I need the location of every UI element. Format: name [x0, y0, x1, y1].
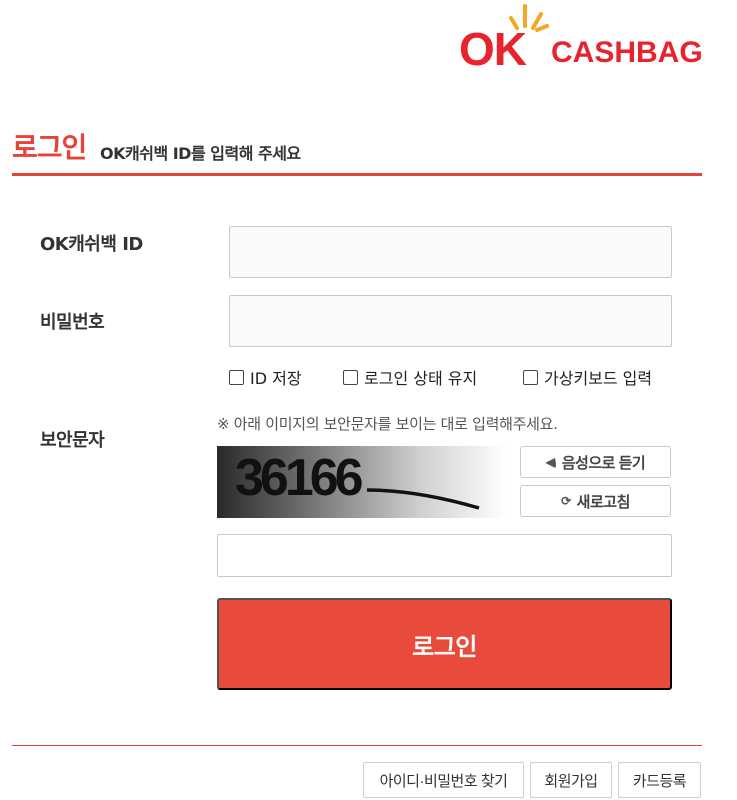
signup-button[interactable]: 회원가입 — [530, 762, 612, 798]
audio-captcha-label: 음성으로 듣기 — [561, 454, 646, 472]
id-label: OK캐쉬백 ID — [40, 234, 143, 255]
checkbox-box[interactable] — [523, 369, 538, 385]
checkbox-label: 가상키보드 입력 — [544, 369, 653, 388]
speaker-icon: ◀ᵢ — [545, 455, 556, 469]
footer-divider — [12, 745, 702, 746]
checkbox-label: ID 저장 — [250, 369, 302, 388]
logo-cashbag: CASHBAG — [551, 36, 703, 69]
captcha-noise-line — [366, 488, 480, 510]
card-register-button[interactable]: 카드등록 — [618, 762, 701, 798]
refresh-captcha-label: 새로고침 — [576, 493, 631, 511]
virtual-keyboard-checkbox[interactable]: 가상키보드 입력 — [523, 365, 652, 389]
captcha-note: ※ 아래 이미지의 보안문자를 보이는 대로 입력해주세요. — [217, 415, 558, 433]
captcha-image: 36166 — [217, 446, 506, 518]
login-options: ID 저장 로그인 상태 유지 가상키보드 입력 — [229, 365, 689, 389]
refresh-captcha-button[interactable]: ⟳ 새로고침 — [520, 485, 671, 517]
login-header: 로그인 OK캐쉬백 ID를 입력해 주세요 — [12, 126, 702, 176]
keep-login-checkbox[interactable]: 로그인 상태 유지 — [343, 365, 477, 389]
find-id-password-button[interactable]: 아이디·비밀번호 찾기 — [363, 762, 524, 798]
captcha-label: 보안문자 — [40, 430, 105, 451]
logo-ok: OK — [459, 23, 527, 75]
refresh-icon: ⟳ — [561, 494, 571, 508]
okcashbag-logo: OK CASHBAG — [457, 4, 727, 75]
save-id-checkbox[interactable]: ID 저장 — [229, 365, 302, 389]
page-title: 로그인 — [12, 131, 87, 164]
id-input[interactable] — [229, 226, 672, 278]
checkbox-box[interactable] — [343, 369, 358, 385]
page-subtitle: OK캐쉬백 ID를 입력해 주세요 — [100, 144, 301, 163]
audio-captcha-button[interactable]: ◀ᵢ 음성으로 듣기 — [520, 446, 671, 478]
captcha-input[interactable] — [217, 534, 672, 577]
login-button[interactable]: 로그인 — [217, 598, 672, 690]
password-label: 비밀번호 — [40, 312, 105, 333]
checkbox-box[interactable] — [229, 369, 244, 385]
password-input[interactable] — [229, 295, 672, 347]
checkbox-label: 로그인 상태 유지 — [364, 369, 478, 388]
